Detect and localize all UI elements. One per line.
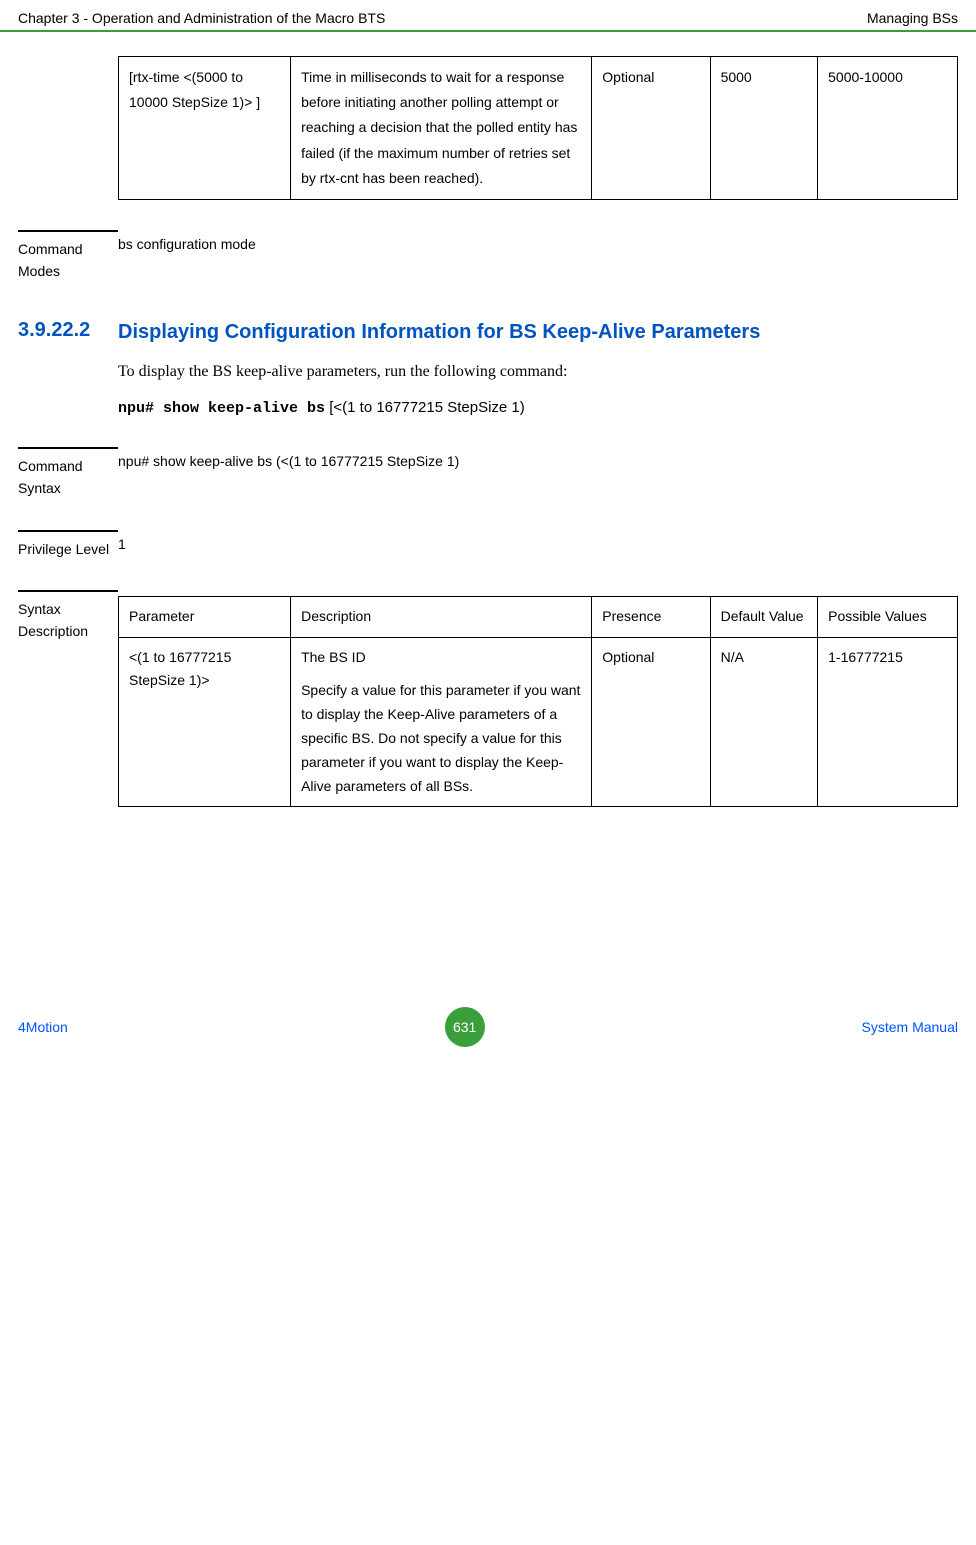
page-content: [rtx-time <(5000 to 10000 StepSize 1)> ]… xyxy=(0,56,976,807)
privilege-level-block: Privilege Level 1 xyxy=(18,530,958,560)
page-footer: 4Motion 631 System Manual xyxy=(0,1007,976,1047)
privilege-level-label: Privilege Level xyxy=(18,530,118,560)
default-cell: 5000 xyxy=(710,57,818,200)
desc-line-1: The BS ID xyxy=(301,646,581,670)
table-row: <(1 to 16777215 StepSize 1)> The BS ID S… xyxy=(119,637,958,807)
section-title: Displaying Configuration Information for… xyxy=(118,319,958,345)
page-number: 631 xyxy=(445,1007,485,1047)
presence-cell: Optional xyxy=(592,57,710,200)
presence-cell: Optional xyxy=(592,637,710,807)
header-description: Description xyxy=(291,596,592,637)
command-mono: npu# show keep-alive bs xyxy=(118,400,325,417)
syntax-description-table: Parameter Description Presence Default V… xyxy=(118,596,958,808)
param-cell: <(1 to 16777215 StepSize 1)> xyxy=(119,637,291,807)
parameter-table-top: [rtx-time <(5000 to 10000 StepSize 1)> ]… xyxy=(118,56,958,200)
default-cell: N/A xyxy=(710,637,818,807)
header-presence: Presence xyxy=(592,596,710,637)
desc-cell: The BS ID Specify a value for this param… xyxy=(291,637,592,807)
command-syntax-value: npu# show keep-alive bs (<(1 to 16777215… xyxy=(118,447,958,500)
command-rest: [<(1 to 16777215 StepSize 1) xyxy=(325,399,525,416)
header-section: Managing BSs xyxy=(867,10,958,26)
header-possible: Possible Values xyxy=(818,596,958,637)
section-number: 3.9.22.2 xyxy=(18,319,118,345)
syntax-description-label: Syntax Description xyxy=(18,590,118,808)
possible-cell: 1-16777215 xyxy=(818,637,958,807)
privilege-level-value: 1 xyxy=(118,530,958,560)
page-header: Chapter 3 - Operation and Administration… xyxy=(0,0,976,32)
command-syntax-label: Command Syntax xyxy=(18,447,118,500)
command-modes-value: bs configuration mode xyxy=(118,230,958,283)
command-example: npu# show keep-alive bs [<(1 to 16777215… xyxy=(118,399,958,417)
header-chapter: Chapter 3 - Operation and Administration… xyxy=(18,10,385,26)
table-row: [rtx-time <(5000 to 10000 StepSize 1)> ]… xyxy=(119,57,958,200)
footer-doc-type: System Manual xyxy=(862,1019,958,1035)
param-cell: [rtx-time <(5000 to 10000 StepSize 1)> ] xyxy=(119,57,291,200)
command-modes-label: Command Modes xyxy=(18,230,118,283)
footer-product: 4Motion xyxy=(18,1019,68,1035)
table-header-row: Parameter Description Presence Default V… xyxy=(119,596,958,637)
intro-text: To display the BS keep-alive parameters,… xyxy=(118,363,958,381)
desc-line-2: Specify a value for this parameter if yo… xyxy=(301,679,581,798)
possible-cell: 5000-10000 xyxy=(818,57,958,200)
command-syntax-block: Command Syntax npu# show keep-alive bs (… xyxy=(18,447,958,500)
desc-cell: Time in milliseconds to wait for a respo… xyxy=(291,57,592,200)
header-default: Default Value xyxy=(710,596,818,637)
syntax-description-block: Syntax Description Parameter Description… xyxy=(18,590,958,808)
syntax-description-value: Parameter Description Presence Default V… xyxy=(118,590,958,808)
command-modes-block: Command Modes bs configuration mode xyxy=(18,230,958,283)
section-heading: 3.9.22.2 Displaying Configuration Inform… xyxy=(18,319,958,345)
header-parameter: Parameter xyxy=(119,596,291,637)
